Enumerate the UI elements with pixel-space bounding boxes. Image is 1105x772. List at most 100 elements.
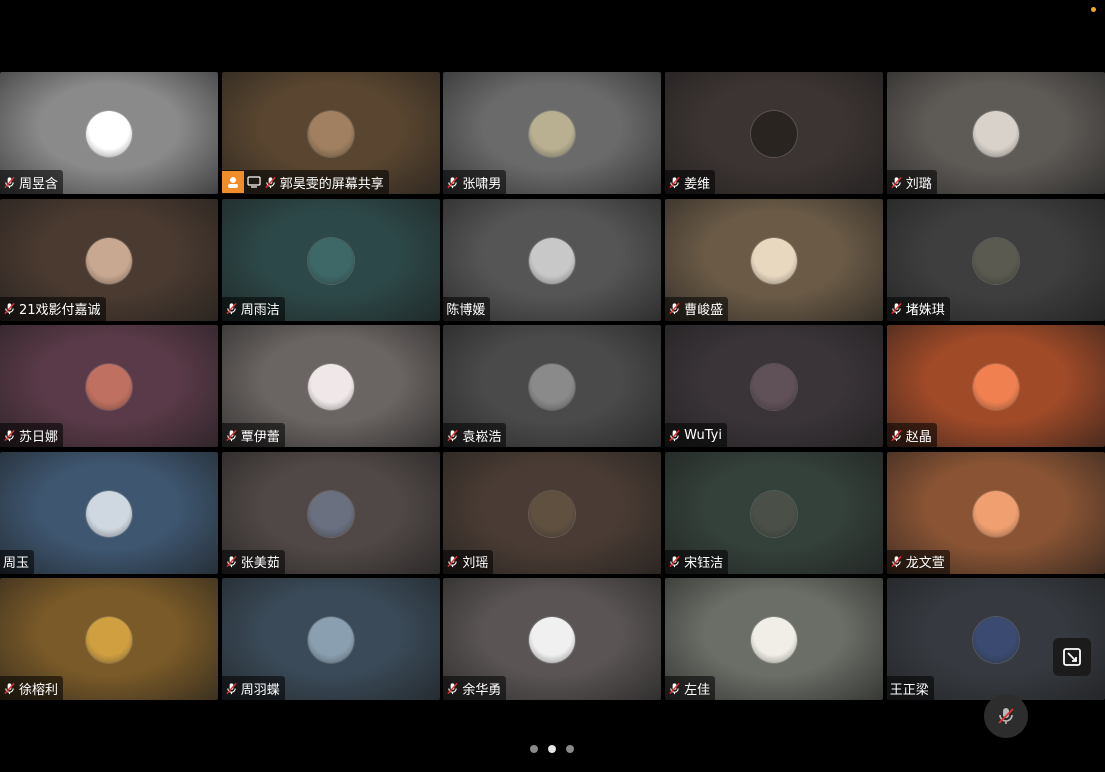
participant-name: 徐榕利: [19, 682, 59, 698]
participant-avatar: [972, 617, 1019, 663]
participant-avatar: [751, 617, 798, 663]
participant-name: 周玉: [3, 556, 30, 571]
participant-name: WuTyi: [684, 427, 722, 443]
participant-name-label: WuTyi: [665, 423, 727, 447]
participant-avatar: [86, 617, 132, 663]
participant-avatar: [529, 237, 576, 284]
participant-tile[interactable]: 徐榕利: [0, 578, 218, 700]
participant-avatar: [751, 364, 798, 410]
participant-name-label: 21戏影付嘉诚: [0, 296, 106, 321]
rotate-icon: [1063, 648, 1081, 666]
mic-muted-icon: [447, 429, 459, 441]
participant-tile[interactable]: 赵晶: [886, 325, 1105, 447]
participant-tile[interactable]: 周雨洁: [221, 198, 440, 321]
mic-muted-icon: [447, 555, 459, 568]
participant-tile[interactable]: 袁崧浩: [443, 325, 662, 447]
mute-microphone-button[interactable]: [984, 694, 1028, 738]
participant-tile[interactable]: 覃伊蕾: [221, 325, 440, 447]
participant-name: 宋钰洁: [684, 556, 724, 571]
participant-name-label: 左佳: [665, 676, 716, 700]
participant-name: 21戏影付嘉诚: [19, 303, 101, 318]
participant-tile[interactable]: 刘璐: [886, 72, 1105, 194]
participant-name-label: 郭昊雯的屏幕共享: [221, 170, 389, 194]
participant-tile[interactable]: 刘瑶: [443, 451, 662, 574]
participant-name-label: 姜维: [665, 170, 716, 194]
participant-name-label: 刘瑶: [443, 549, 494, 574]
participant-name: 余华勇: [462, 682, 502, 698]
participant-avatar: [751, 111, 798, 157]
participant-avatar: [86, 237, 132, 284]
participant-avatar: [307, 111, 354, 157]
participant-name: 刘瑶: [462, 556, 489, 571]
participant-name: 曹峻盛: [684, 303, 724, 318]
participant-avatar: [529, 111, 576, 157]
participant-name-label: 袁崧浩: [443, 423, 507, 447]
participant-tile[interactable]: 周玉: [0, 451, 218, 574]
participant-tile[interactable]: 堵姝琪: [886, 198, 1105, 321]
participant-tile[interactable]: 苏日娜: [0, 325, 218, 447]
participant-tile[interactable]: 曹峻盛: [665, 198, 884, 321]
mic-muted-icon: [891, 302, 902, 315]
participant-name-label: 赵晶: [886, 423, 937, 447]
participant-name-label: 余华勇: [443, 676, 507, 700]
mic-muted-icon: [4, 429, 15, 441]
participant-tile[interactable]: WuTyi: [665, 325, 884, 447]
participant-name: 刘璐: [905, 176, 932, 192]
page-indicator[interactable]: [530, 745, 574, 753]
participant-tile[interactable]: 姜维: [665, 72, 884, 194]
mic-muted-icon: [4, 176, 15, 188]
participant-name-label: 苏日娜: [0, 423, 64, 447]
participant-name-label: 覃伊蕾: [221, 423, 285, 447]
participant-name: 苏日娜: [19, 429, 59, 445]
mic-muted-icon: [669, 176, 680, 188]
participant-name-label: 龙文萱: [886, 549, 950, 574]
participant-tile[interactable]: 张啸男: [443, 72, 662, 194]
participant-name: 左佳: [684, 682, 711, 698]
page-dot[interactable]: [548, 745, 556, 753]
mic-muted-icon: [891, 429, 902, 441]
participant-tile[interactable]: 21戏影付嘉诚: [0, 198, 218, 321]
participant-tile[interactable]: 陈博媛: [443, 198, 662, 321]
screen-share-icon: [247, 176, 261, 188]
mic-muted-icon: [265, 176, 276, 188]
participant-tile[interactable]: 余华勇: [443, 578, 662, 700]
host-badge: [221, 171, 244, 193]
participant-tile[interactable]: 宋钰洁: [665, 451, 884, 574]
page-dot[interactable]: [566, 745, 574, 753]
participant-avatar: [972, 237, 1019, 284]
participant-name: 姜维: [684, 176, 711, 192]
participant-name: 周羽蝶: [240, 682, 280, 698]
participant-avatar: [972, 111, 1019, 157]
participant-name: 陈博媛: [446, 303, 486, 318]
mic-muted-icon: [226, 682, 237, 694]
participant-name-label: 周玉: [0, 549, 35, 574]
participant-tile[interactable]: 左佳: [665, 578, 884, 700]
participant-name-label: 张美茹: [221, 549, 285, 574]
participant-name-label: 陈博媛: [443, 296, 491, 321]
participant-tile[interactable]: 周羽蝶: [221, 578, 440, 700]
participant-name-label: 周昱含: [0, 170, 64, 194]
participant-tile[interactable]: 张美茹: [221, 451, 440, 574]
participant-name: 堵姝琪: [905, 303, 945, 318]
mic-muted-icon: [447, 682, 459, 694]
participant-avatar: [86, 364, 132, 410]
person-icon: [227, 177, 238, 188]
participant-tile[interactable]: 周昱含: [0, 72, 218, 194]
participant-name-label: 周羽蝶: [221, 676, 285, 700]
participant-avatar: [307, 490, 354, 537]
rotate-screen-button[interactable]: [1053, 638, 1091, 676]
participant-avatar: [751, 490, 798, 537]
mic-muted-icon: [891, 176, 902, 188]
participant-tile[interactable]: 龙文萱: [886, 451, 1105, 574]
mic-muted-icon: [669, 302, 680, 315]
participant-name: 龙文萱: [905, 556, 945, 571]
participant-grid: 周昱含 郭昊雯的屏幕共享 张啸男 姜维 刘璐 21戏影付嘉诚 周雨洁 陈博媛 曹峻盛 堵姝琪苏日娜…: [0, 72, 1105, 700]
participant-avatar: [529, 364, 576, 410]
participant-avatar: [86, 111, 132, 157]
participant-avatar: [307, 364, 354, 410]
participant-avatar: [972, 364, 1019, 410]
mic-muted-icon: [669, 682, 680, 694]
mic-muted-icon: [226, 429, 237, 441]
participant-tile[interactable]: 郭昊雯的屏幕共享: [221, 72, 440, 194]
page-dot[interactable]: [530, 745, 538, 753]
